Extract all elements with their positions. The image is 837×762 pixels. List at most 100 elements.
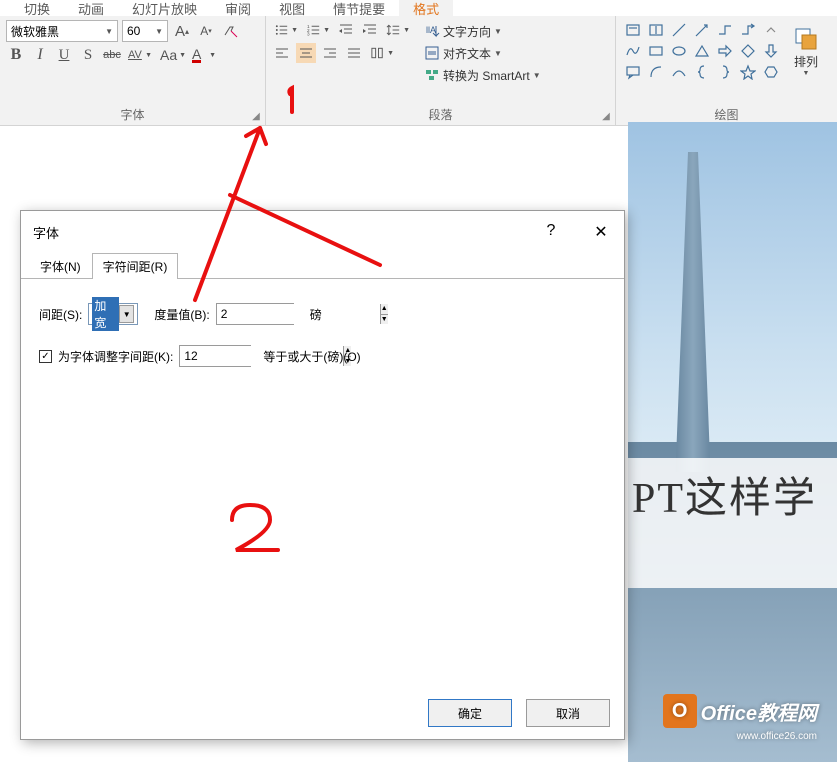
- convert-smartart-button[interactable]: 转换为 SmartArt▼: [420, 64, 545, 86]
- align-right-button[interactable]: [320, 43, 340, 63]
- drawing-group-label: 绘图: [622, 103, 831, 123]
- metric-input[interactable]: [217, 304, 380, 324]
- chevron-down-icon: ▼: [145, 52, 152, 59]
- kerning-label: 为字体调整字间距(K):: [58, 348, 173, 365]
- help-button[interactable]: ?: [536, 222, 566, 242]
- numbering-button[interactable]: 123▼: [304, 20, 332, 40]
- decrease-font-button[interactable]: A▾: [196, 21, 216, 41]
- ok-button[interactable]: 确定: [428, 699, 512, 727]
- chevron-down-icon: ▼: [533, 71, 541, 80]
- clear-format-button[interactable]: [220, 21, 240, 41]
- dialog-tabs: 字体(N) 字符间距(R): [21, 253, 624, 279]
- tab-slideshow[interactable]: 幻灯片放映: [118, 0, 211, 18]
- shape-textbox-icon[interactable]: [622, 20, 644, 40]
- metric-unit: 磅: [310, 306, 322, 323]
- building-graphic: [668, 152, 718, 472]
- font-group: 微软雅黑 ▼ 60 ▼ A▴ A▾ B I U S abc AV▼ Aa▼ A▼: [0, 16, 266, 125]
- spinner-down-icon[interactable]: ▼: [381, 315, 388, 325]
- decrease-indent-button[interactable]: [336, 20, 356, 40]
- font-dialog-launcher[interactable]: ◢: [249, 109, 263, 123]
- increase-indent-button[interactable]: [360, 20, 380, 40]
- kerning-checkbox[interactable]: ✓: [39, 350, 52, 363]
- shape-textbox-v-icon[interactable]: [645, 20, 667, 40]
- font-size-select[interactable]: 60 ▼: [122, 20, 168, 42]
- font-color-button[interactable]: A▼: [190, 45, 218, 65]
- align-text-button[interactable]: 对齐文本▼: [420, 42, 545, 64]
- shape-line-icon[interactable]: [668, 20, 690, 40]
- dialog-title: 字体: [33, 223, 59, 242]
- ribbon-tabs: 切换 动画 幻灯片放映 审阅 视图 情节提要 格式: [0, 0, 837, 16]
- metric-label: 度量值(B):: [154, 306, 209, 323]
- text-shadow-button[interactable]: S: [78, 45, 98, 65]
- svg-text:3: 3: [307, 32, 310, 37]
- shape-arrow-down-icon[interactable]: [760, 41, 782, 61]
- align-center-button[interactable]: [296, 43, 316, 63]
- dialog-footer: 确定 取消: [21, 687, 624, 739]
- slide-background-image: PT这样学 单击此处添: [628, 122, 837, 762]
- shape-arrow-icon[interactable]: [691, 20, 713, 40]
- line-spacing-button[interactable]: ▼: [384, 20, 412, 40]
- spinner-up-icon[interactable]: ▲: [381, 304, 388, 315]
- shape-star-icon[interactable]: [737, 62, 759, 82]
- arrange-button[interactable]: 排列 ▼: [788, 20, 824, 82]
- strikethrough-button[interactable]: abc: [102, 45, 122, 65]
- shape-ellipse-icon[interactable]: [668, 41, 690, 61]
- font-name-select[interactable]: 微软雅黑 ▼: [6, 20, 118, 42]
- logo-url: www.office26.com: [737, 731, 817, 742]
- slide-title[interactable]: PT这样学: [632, 464, 817, 525]
- bullets-button[interactable]: ▼: [272, 20, 300, 40]
- char-spacing-button[interactable]: AV▼: [126, 45, 154, 65]
- chevron-down-icon: ▼: [803, 70, 810, 77]
- kerning-spinner[interactable]: ▲▼: [179, 345, 251, 367]
- spacing-label: 间距(S):: [39, 306, 82, 323]
- shape-hexagon-icon[interactable]: [760, 62, 782, 82]
- ribbon: 微软雅黑 ▼ 60 ▼ A▴ A▾ B I U S abc AV▼ Aa▼ A▼: [0, 16, 837, 126]
- justify-button[interactable]: [344, 43, 364, 63]
- shape-callout-icon[interactable]: [622, 62, 644, 82]
- shapes-gallery[interactable]: [622, 20, 782, 82]
- italic-button[interactable]: I: [30, 45, 50, 65]
- metric-spinner[interactable]: ▲▼: [216, 303, 294, 325]
- underline-button[interactable]: U: [54, 45, 74, 65]
- increase-font-button[interactable]: A▴: [172, 21, 192, 41]
- shape-lbrace-icon[interactable]: [691, 62, 713, 82]
- font-group-label: 字体: [6, 103, 259, 123]
- change-case-button[interactable]: Aa▼: [158, 45, 186, 65]
- chevron-down-icon: ▼: [119, 305, 134, 323]
- columns-button[interactable]: ▼: [368, 43, 396, 63]
- chevron-down-icon: ▼: [105, 27, 113, 36]
- cancel-button[interactable]: 取消: [526, 699, 610, 727]
- svg-text:llA: llA: [426, 25, 436, 35]
- shapes-scroll-up[interactable]: [760, 20, 782, 40]
- shape-double-arrow-icon[interactable]: [737, 20, 759, 40]
- dialog-tab-font[interactable]: 字体(N): [29, 253, 92, 279]
- chevron-down-icon: ▼: [209, 52, 216, 59]
- tab-review[interactable]: 审阅: [211, 0, 265, 18]
- shape-freeform-icon[interactable]: [622, 41, 644, 61]
- tab-animation[interactable]: 动画: [64, 0, 118, 18]
- shape-triangle-icon[interactable]: [691, 41, 713, 61]
- shape-curve-icon[interactable]: [668, 62, 690, 82]
- shape-diamond-icon[interactable]: [737, 41, 759, 61]
- shape-rect-icon[interactable]: [645, 41, 667, 61]
- shape-arrow-right-icon[interactable]: [714, 41, 736, 61]
- kerning-tail-label: 等于或大于(磅)(O): [263, 348, 360, 365]
- font-size-value: 60: [127, 24, 140, 38]
- dialog-tab-spacing[interactable]: 字符间距(R): [92, 253, 179, 279]
- spacing-select[interactable]: 加宽 ▼: [88, 303, 138, 325]
- bold-button[interactable]: B: [6, 45, 26, 65]
- tab-storyboard[interactable]: 情节提要: [319, 0, 399, 18]
- shape-rbrace-icon[interactable]: [714, 62, 736, 82]
- logo-text: Office教程网: [701, 697, 817, 726]
- close-button[interactable]: ✕: [586, 222, 616, 242]
- text-direction-button[interactable]: llA 文字方向▼: [420, 20, 545, 42]
- tab-view[interactable]: 视图: [265, 0, 319, 18]
- shape-connector-icon[interactable]: [714, 20, 736, 40]
- chevron-down-icon: ▼: [155, 27, 163, 36]
- shape-arc-icon[interactable]: [645, 62, 667, 82]
- tab-transition[interactable]: 切换: [10, 0, 64, 18]
- tab-format[interactable]: 格式: [399, 0, 453, 18]
- paragraph-group: ▼ 123▼ ▼ ▼ llA 文字方向▼: [266, 16, 616, 125]
- align-left-button[interactable]: [272, 43, 292, 63]
- paragraph-dialog-launcher[interactable]: ◢: [599, 109, 613, 123]
